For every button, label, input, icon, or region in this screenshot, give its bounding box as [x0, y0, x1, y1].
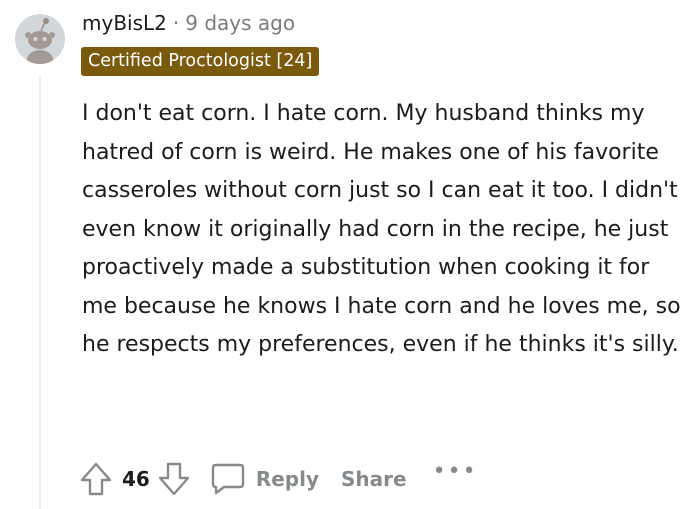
ellipsis-icon: •••: [432, 459, 478, 484]
upvote-arrow-icon: [80, 462, 112, 496]
separator-dot: ·: [172, 11, 180, 35]
comment-actions: 46 Reply Share •••: [80, 456, 478, 502]
user-flair: Certified Proctologist [24]: [81, 47, 320, 76]
comment-card: myBisL2 · 9 days ago Certified Proctolog…: [0, 0, 700, 509]
upvote-button[interactable]: [80, 461, 112, 497]
speech-bubble-icon: [211, 463, 245, 495]
user-avatar[interactable]: [15, 14, 65, 64]
downvote-button[interactable]: [158, 461, 190, 497]
thread-line[interactable]: [39, 76, 41, 509]
share-button[interactable]: Share: [341, 467, 407, 491]
comment-body: I don't eat corn. I hate corn. My husban…: [82, 101, 681, 357]
downvote-arrow-icon: [158, 462, 190, 496]
timestamp[interactable]: 9 days ago: [185, 11, 295, 35]
more-options-button[interactable]: •••: [433, 461, 478, 483]
reply-button[interactable]: Reply: [210, 461, 319, 497]
vote-count: 46: [122, 467, 150, 491]
comment-header: myBisL2 · 9 days ago: [82, 9, 295, 37]
reply-label: Reply: [255, 467, 320, 491]
snoo-avatar-icon: [15, 14, 65, 64]
username-link[interactable]: myBisL2: [82, 11, 167, 35]
share-label: Share: [341, 467, 407, 491]
